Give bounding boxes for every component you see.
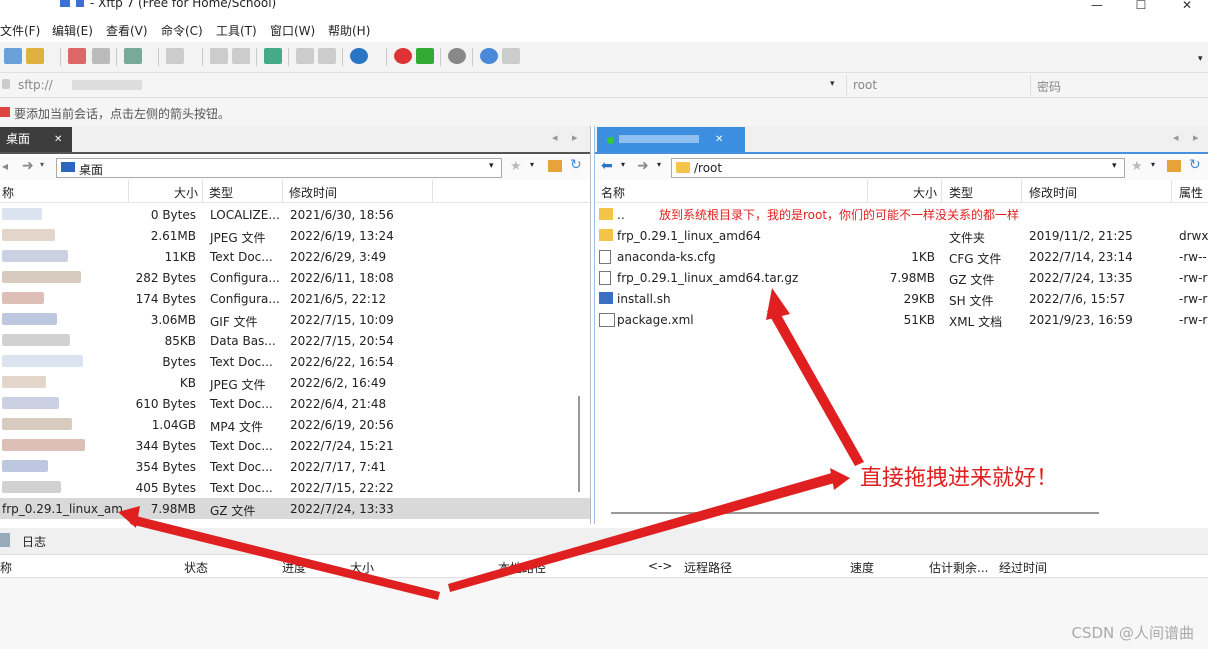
arrow-to-center bbox=[448, 472, 838, 592]
arrowhead-center bbox=[830, 468, 850, 490]
arrowhead-remote bbox=[766, 288, 790, 320]
arrow-to-remote-file bbox=[767, 306, 864, 466]
arrow-to-local-file bbox=[130, 515, 440, 600]
annotation-arrows bbox=[118, 288, 864, 600]
annotation-center: 直接拖拽进来就好！ bbox=[860, 466, 1059, 491]
